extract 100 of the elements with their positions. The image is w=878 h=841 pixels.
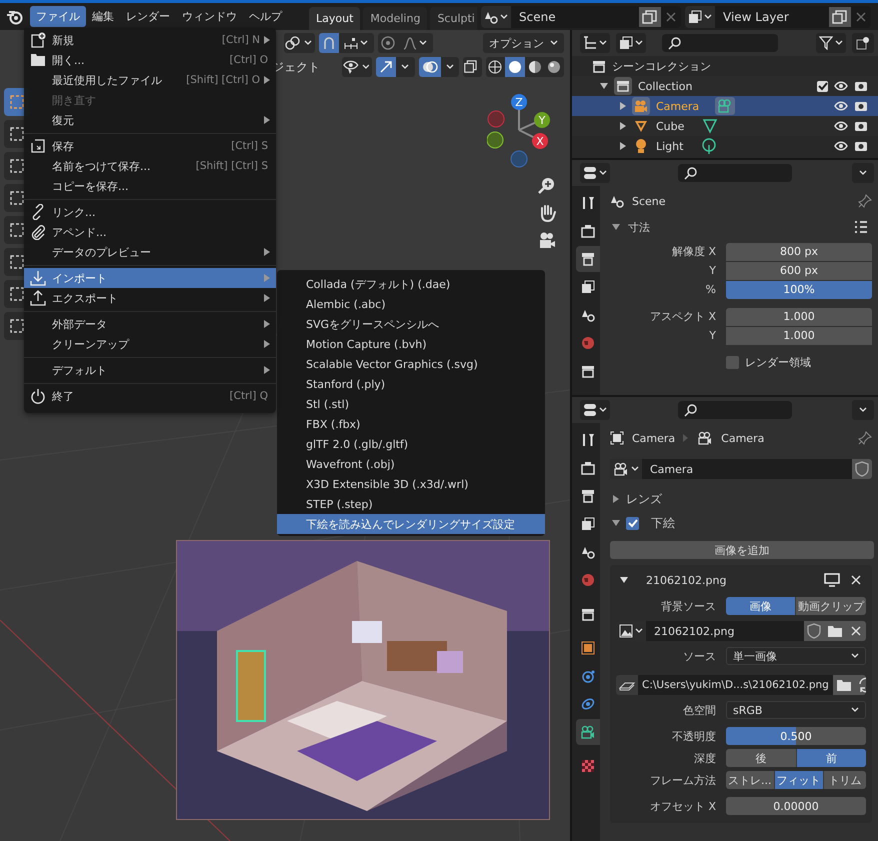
camera-data-dropdown[interactable]: [610, 459, 642, 479]
menu-item[interactable]: レンダー: [120, 6, 176, 27]
copy-icon[interactable]: [829, 6, 851, 26]
expanded-arrow-icon[interactable]: [600, 82, 608, 90]
segment-button[interactable]: フィット: [774, 771, 822, 789]
presets-list-icon[interactable]: [854, 220, 868, 234]
outliner-row[interactable]: Camera: [572, 96, 878, 116]
editor-type-button[interactable]: [580, 163, 610, 183]
menu-item[interactable]: Motion Capture (.bvh): [277, 334, 545, 354]
segment-button[interactable]: 画像: [726, 597, 795, 615]
menu-item[interactable]: 編集: [86, 6, 120, 27]
menu-item[interactable]: 終了 [Ctrl] Q: [24, 386, 276, 406]
camera-render-icon[interactable]: [854, 120, 868, 132]
snap-toggle[interactable]: [319, 33, 339, 53]
scene-collection-label[interactable]: シーンコレクション: [612, 58, 711, 74]
view-layer-selector-button[interactable]: [685, 6, 715, 28]
expanded-arrow-icon[interactable]: [620, 576, 628, 584]
properties-tab[interactable]: [576, 719, 600, 745]
collapsed-arrow-icon[interactable]: [620, 142, 626, 150]
menu-item[interactable]: リンク...: [24, 202, 276, 222]
opacity-slider[interactable]: 0.500: [726, 727, 866, 745]
gizmo-toggle[interactable]: [376, 57, 396, 77]
menu-item[interactable]: STEP (.step): [277, 494, 545, 514]
camera-icon[interactable]: [537, 231, 557, 251]
menu-item[interactable]: 外部データ: [24, 314, 276, 334]
exclude-checkbox[interactable]: [817, 80, 828, 92]
zoom-icon[interactable]: [537, 175, 557, 195]
menu-item[interactable]: 保存 [Ctrl] S: [24, 136, 276, 156]
segment-button[interactable]: ストレ...: [726, 771, 774, 789]
menu-item[interactable]: 下絵を読み込んでレンダリングサイズ設定: [277, 514, 545, 534]
menu-item[interactable]: デフォルト: [24, 360, 276, 380]
options-dropdown[interactable]: [852, 163, 874, 183]
menu-item[interactable]: エクスポート: [24, 288, 276, 308]
workspace-tab[interactable]: Sculpti: [430, 7, 477, 30]
search-field[interactable]: [678, 164, 792, 182]
monitor-icon[interactable]: [824, 573, 840, 587]
options-dropdown[interactable]: オプション: [483, 33, 564, 53]
collapsed-arrow-icon[interactable]: [620, 122, 626, 130]
camera-render-icon[interactable]: [854, 100, 868, 112]
collapsed-arrow-icon[interactable]: [620, 102, 626, 110]
eye-icon[interactable]: [834, 81, 848, 91]
number-field[interactable]: 1.000: [726, 326, 872, 344]
pin-icon[interactable]: [858, 194, 872, 208]
segment-button[interactable]: トリム: [822, 771, 866, 789]
eye-icon[interactable]: [834, 141, 848, 151]
panel-header[interactable]: 下絵: [608, 511, 872, 535]
copy-icon[interactable]: [639, 6, 661, 26]
filter-dropdown[interactable]: [816, 33, 846, 53]
close-icon[interactable]: [846, 621, 866, 641]
menu-item[interactable]: 復元: [24, 110, 276, 130]
menu-item[interactable]: 新規 [Ctrl] N: [24, 30, 276, 50]
workspace-tab[interactable]: Layout: [309, 7, 360, 30]
camera-render-icon[interactable]: [854, 140, 868, 152]
menu-item[interactable]: Stl (.stl): [277, 394, 545, 414]
search-field[interactable]: [662, 34, 778, 52]
shield-icon[interactable]: [852, 459, 872, 479]
pivot-dropdown[interactable]: [284, 33, 315, 53]
options-dropdown[interactable]: [852, 400, 874, 420]
eye-icon[interactable]: [834, 121, 848, 131]
breadcrumb-item[interactable]: Camera: [721, 432, 764, 444]
menu-item[interactable]: クリーンアップ: [24, 334, 276, 354]
menu-item[interactable]: ウィンドウ: [176, 6, 243, 27]
number-field[interactable]: 0.00000: [726, 797, 866, 815]
menu-item[interactable]: アペンド...: [24, 222, 276, 242]
segment-button[interactable]: 動画クリップ: [795, 597, 866, 615]
menu-item[interactable]: データのプレビュー: [24, 242, 276, 262]
view-layer-dropdown[interactable]: [616, 33, 646, 53]
xray-toggle[interactable]: [462, 57, 482, 77]
source-dropdown[interactable]: 単一画像: [726, 647, 866, 665]
menu-item[interactable]: 開く... [Ctrl] O: [24, 50, 276, 70]
workspace-tab[interactable]: Modeling: [363, 7, 428, 30]
percentage-slider[interactable]: 100%: [726, 280, 872, 298]
eye-icon[interactable]: [834, 101, 848, 111]
scene-selector-button[interactable]: [481, 6, 511, 28]
pin-icon[interactable]: [858, 431, 872, 445]
eraser-icon[interactable]: [616, 675, 638, 695]
collection-label[interactable]: Collection: [638, 80, 692, 92]
menu-item[interactable]: Stanford (.ply): [277, 374, 545, 394]
menu-item[interactable]: FBX (.fbx): [277, 414, 545, 434]
visibility-dropdown[interactable]: [342, 57, 372, 77]
expanded-arrow-icon[interactable]: [612, 519, 620, 527]
overlay-toggle[interactable]: [418, 57, 441, 77]
number-field[interactable]: 800 px: [726, 242, 872, 260]
expanded-arrow-icon[interactable]: [612, 223, 620, 231]
segment-button[interactable]: 前: [796, 749, 866, 767]
menu-item[interactable]: 名前をつけて保存... [Shift] [Ctrl] S: [24, 156, 276, 176]
add-image-button[interactable]: 画像を追加: [610, 541, 874, 559]
panel-header[interactable]: レンズ: [608, 487, 872, 511]
new-collection-button[interactable]: [852, 33, 874, 53]
number-field[interactable]: 600 px: [726, 262, 872, 280]
shield-icon[interactable]: [804, 621, 824, 641]
menu-item[interactable]: SVGをグリースペンシルへ: [277, 314, 545, 334]
camera-data-icon[interactable]: [715, 97, 736, 115]
properties-tab[interactable]: [576, 246, 600, 272]
number-field[interactable]: 1.000: [726, 308, 872, 326]
display-mode-dropdown[interactable]: [580, 33, 610, 53]
menu-item[interactable]: Scalable Vector Graphics (.svg): [277, 354, 545, 374]
menu-item[interactable]: Wavefront (.obj): [277, 454, 545, 474]
menu-item[interactable]: インポート: [24, 268, 276, 288]
blender-logo-icon[interactable]: [6, 8, 24, 24]
